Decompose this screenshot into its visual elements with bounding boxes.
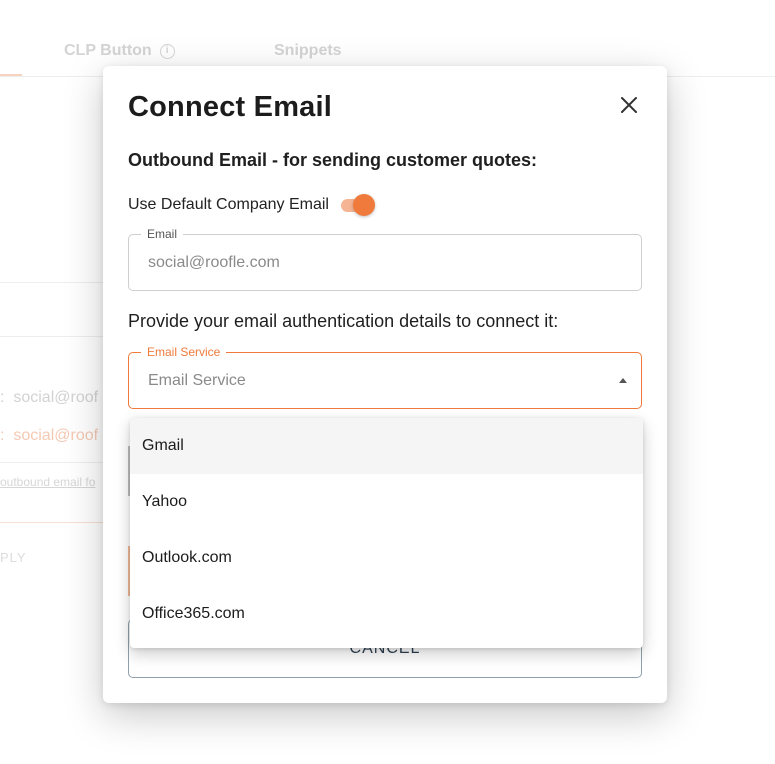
background-email-text: : social@roof <box>0 389 99 406</box>
background-email-text: : social@roof <box>0 427 99 444</box>
toggle-thumb <box>352 194 375 216</box>
outbound-email-heading: Outbound Email - for sending customer qu… <box>128 150 538 170</box>
divider <box>0 462 103 463</box>
email-service-placeholder: Email Service <box>148 372 246 389</box>
dialog-title: Connect Email <box>128 91 333 123</box>
auth-instructions: Provide your email authentication detail… <box>128 311 559 331</box>
option-outlook[interactable]: Outlook.com <box>130 530 643 586</box>
tab-clp-button[interactable]: CLP Button i <box>64 42 175 60</box>
email-service-select[interactable]: Email Service Email Service <box>128 345 642 409</box>
divider <box>0 336 103 337</box>
default-email-toggle-label: Use Default Company Email <box>128 196 329 213</box>
email-service-label: Email Service <box>141 345 227 359</box>
email-field-label: Email <box>141 227 184 241</box>
divider <box>0 522 103 523</box>
default-email-toggle-row: Use Default Company Email <box>128 194 375 216</box>
option-yahoo[interactable]: Yahoo <box>130 474 643 530</box>
email-field[interactable]: Email <box>128 227 642 291</box>
email-service-dropdown: Gmail Yahoo Outlook.com Office365.com <box>130 418 643 648</box>
tab-clp-button-label: CLP Button <box>64 42 152 59</box>
tab-snippets-label: Snippets <box>274 42 342 59</box>
divider <box>0 282 103 283</box>
screen: CLP Button i Snippets : social@roof : so… <box>0 0 775 764</box>
info-icon: i <box>159 43 175 59</box>
tab-snippets[interactable]: Snippets <box>274 42 342 60</box>
email-input[interactable] <box>148 254 608 272</box>
option-gmail[interactable]: Gmail <box>130 418 643 474</box>
close-icon <box>621 97 637 113</box>
option-office365[interactable]: Office365.com <box>130 586 643 642</box>
background-link[interactable]: outbound email fo <box>0 475 95 489</box>
close-button[interactable] <box>617 93 641 117</box>
background-apply-button[interactable]: PLY <box>0 550 27 565</box>
chevron-up-icon <box>619 378 627 383</box>
default-email-toggle[interactable] <box>339 194 375 216</box>
